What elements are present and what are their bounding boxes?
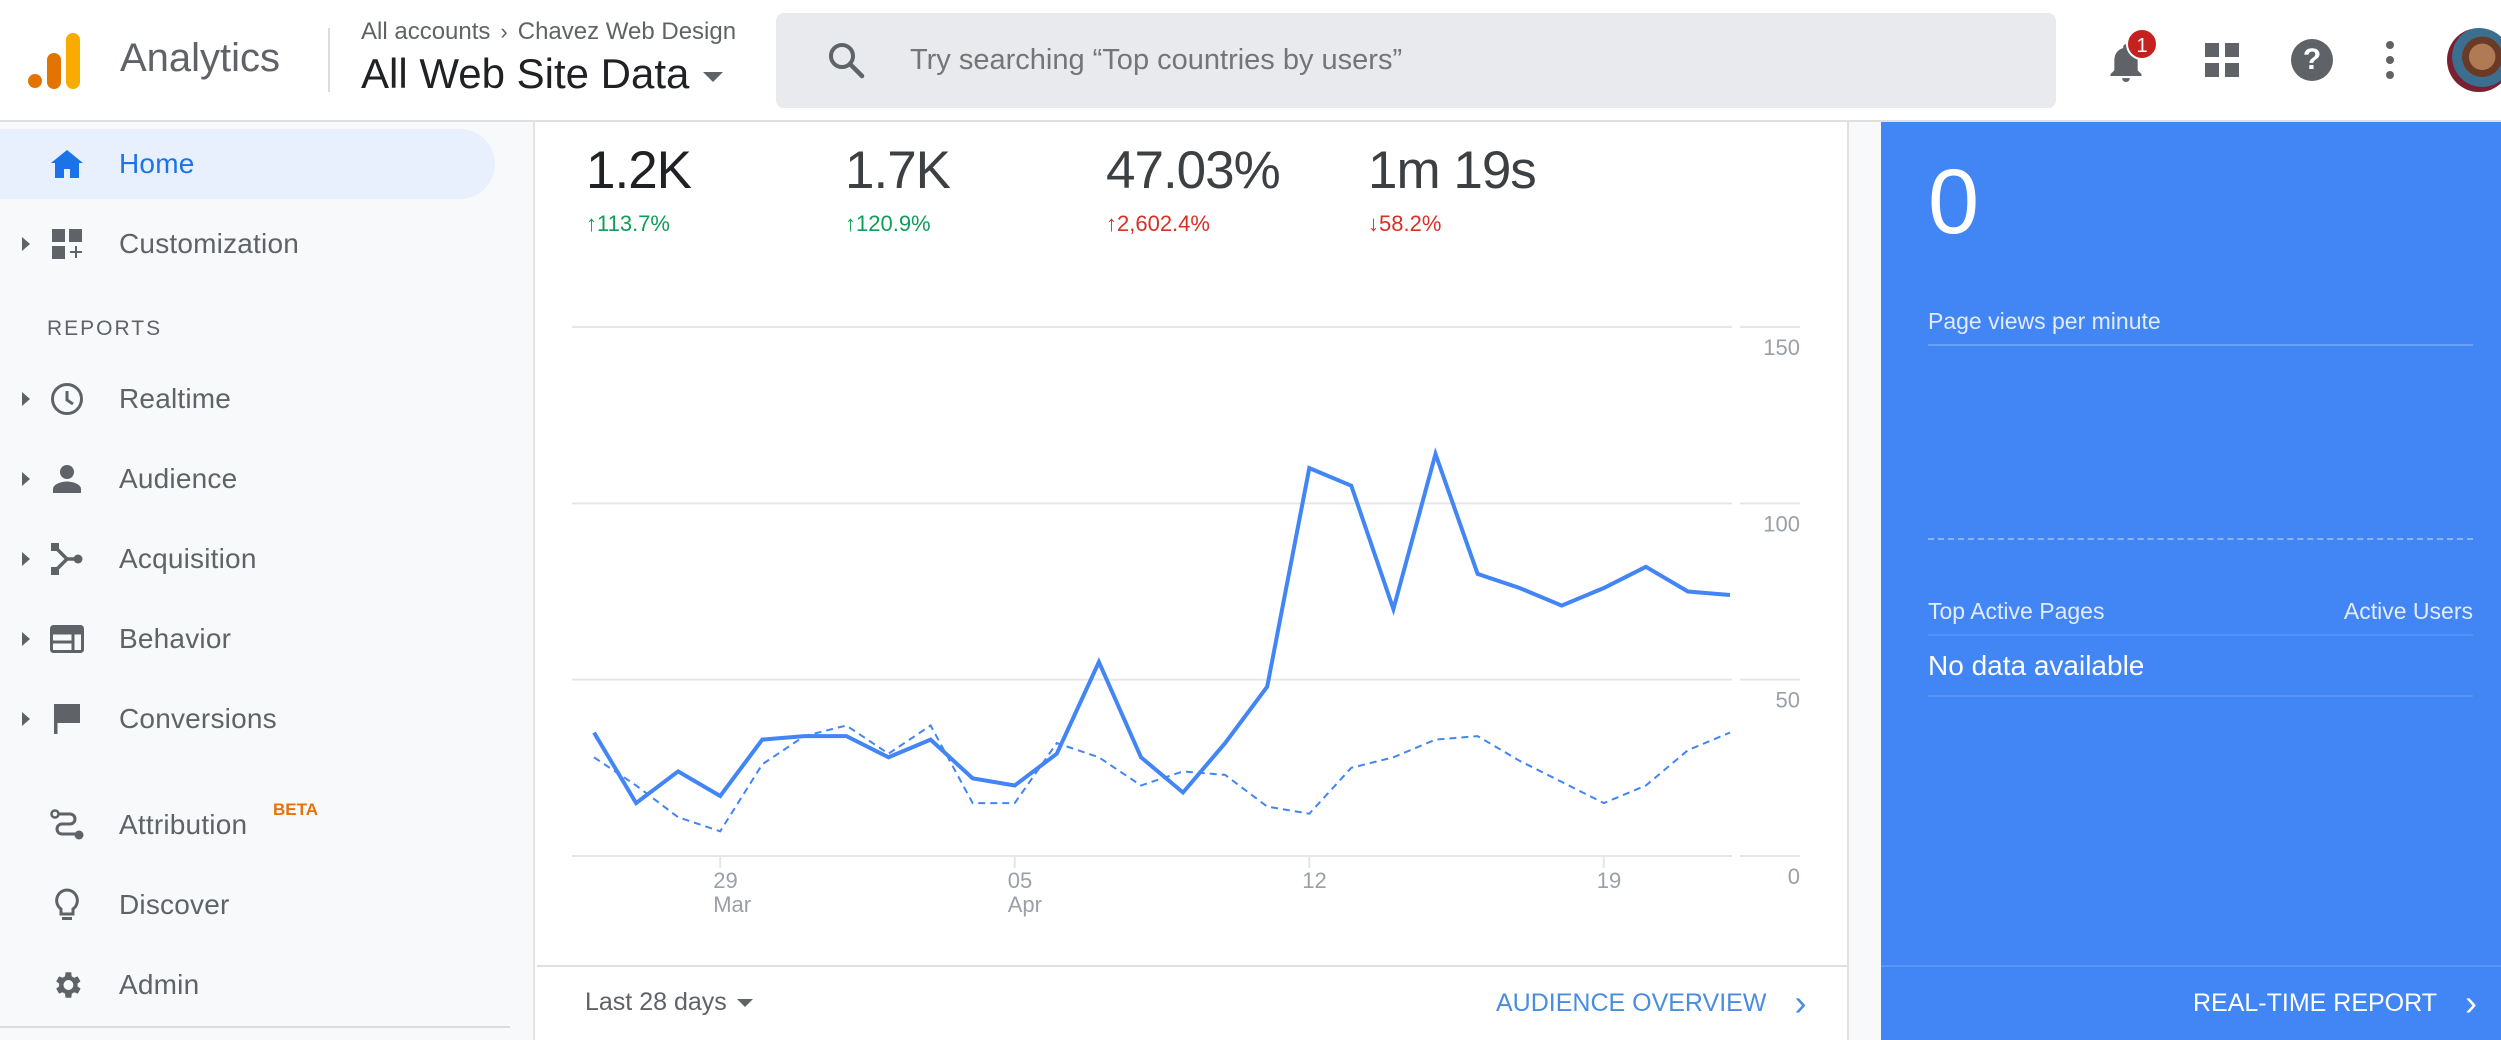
chevron-right-icon: › [2465, 982, 2477, 1023]
x-tick-label: 19 [1597, 868, 1621, 893]
expand-caret-icon[interactable] [22, 632, 30, 646]
footer-divider [1881, 965, 2501, 967]
y-tick-label: 0 [1788, 864, 1800, 889]
caret-down-icon [736, 998, 753, 1007]
sidebar-item-label: Admin [119, 969, 200, 1000]
sidebar-divider [0, 1026, 510, 1028]
x-tick-label: 29 [713, 868, 737, 893]
overview-card: 1.2K ↑113.7% 1.7K ↑120.9% 47.03% ↑2,602.… [537, 122, 1849, 1040]
apps-grid-icon[interactable] [2205, 43, 2239, 77]
date-range-label: Last 28 days [585, 988, 727, 1016]
sidebar-item-label: Realtime [119, 383, 232, 414]
sidebar-nav: Home Customization REPORTS Realtime Audi… [0, 122, 535, 1040]
search-input[interactable] [910, 35, 2010, 85]
breadcrumb-account[interactable]: Chavez Web Design [518, 18, 736, 46]
audience-overview-label: AUDIENCE OVERVIEW [1496, 988, 1767, 1017]
table-divider [1928, 695, 2473, 697]
person-icon [50, 462, 84, 496]
expand-caret-icon[interactable] [22, 237, 30, 251]
more-vert-icon[interactable] [2383, 40, 2397, 80]
sidebar-item-home[interactable]: Home [0, 129, 495, 199]
y-tick-label: 50 [1776, 688, 1800, 713]
table-divider [1928, 634, 2473, 636]
active-users-header: Active Users [2343, 598, 2473, 624]
sidebar-item-admin[interactable]: Admin [0, 950, 495, 1020]
panel-gap [1849, 122, 1881, 1040]
series-line-current [592, 447, 1731, 807]
users-line-chart[interactable]: 0 50 100 150 29Mar 05Apr 12 19 [537, 122, 1849, 962]
reports-section-label: REPORTS [47, 317, 163, 340]
flag-icon [50, 702, 84, 736]
expand-caret-icon[interactable] [22, 552, 30, 566]
y-tick-label: 100 [1763, 511, 1800, 536]
expand-caret-icon[interactable] [22, 472, 30, 486]
sidebar-item-label: Customization [119, 228, 300, 259]
top-pages-header: Top Active Pages [1928, 598, 2105, 624]
search-bar[interactable] [776, 13, 2056, 108]
chevron-right-icon: › [500, 19, 508, 44]
view-selector[interactable]: All Web Site Data [361, 50, 724, 98]
sidebar-item-behavior[interactable]: Behavior [0, 604, 495, 674]
avatar[interactable] [2447, 28, 2501, 92]
app-name: Analytics [120, 36, 281, 80]
web-window-icon [50, 622, 84, 656]
realtime-report-link[interactable]: REAL-TIME REPORT › [2192, 982, 2477, 1023]
beta-badge: BETA [273, 800, 319, 819]
sidebar-item-realtime[interactable]: Realtime [0, 364, 495, 434]
realtime-panel: 0 Page views per minute Top Active Pages… [1881, 122, 2501, 1040]
realtime-report-label: REAL-TIME REPORT [2192, 988, 2437, 1017]
sidebar-item-conversions[interactable]: Conversions [0, 684, 495, 754]
sidebar-item-customization[interactable]: Customization [0, 209, 495, 279]
sidebar-item-label: Conversions [119, 703, 277, 734]
sparkline-baseline [1928, 538, 2473, 540]
date-range-selector[interactable]: Last 28 days [585, 988, 753, 1017]
expand-caret-icon[interactable] [22, 392, 30, 406]
merge-icon [50, 542, 84, 576]
help-icon[interactable]: ? [2291, 39, 2333, 81]
dashboard-add-icon [50, 227, 84, 261]
sidebar-item-discover[interactable]: Discover [0, 870, 495, 940]
sidebar-item-acquisition[interactable]: Acquisition [0, 524, 495, 594]
sidebar-item-label: Audience [119, 463, 238, 494]
footer-divider [537, 965, 1849, 967]
clock-icon [50, 382, 84, 416]
sidebar-item-label: Acquisition [119, 543, 257, 574]
x-tick-sublabel: Apr [1008, 892, 1042, 917]
sidebar-item-label: Discover [119, 889, 230, 920]
audience-overview-link[interactable]: AUDIENCE OVERVIEW › [1496, 982, 1807, 1023]
lightbulb-icon [50, 888, 84, 922]
empty-state-text: No data available [1928, 650, 2145, 681]
sidebar-item-label: Home [119, 148, 195, 179]
top-app-bar: Analytics All accounts › Chavez Web Desi… [0, 0, 2501, 122]
sidebar-item-label: Attribution [119, 809, 248, 840]
route-icon [50, 808, 84, 842]
x-tick-label: 12 [1302, 868, 1326, 893]
sidebar-item-audience[interactable]: Audience [0, 444, 495, 514]
notifications-button[interactable]: 1 [2106, 28, 2158, 88]
header-divider [328, 28, 330, 92]
notification-badge: 1 [2126, 28, 2158, 60]
realtime-value: 0 [1928, 151, 1980, 253]
y-tick-label: 150 [1763, 335, 1800, 360]
x-tick-label: 05 [1008, 868, 1032, 893]
x-tick-sublabel: Mar [713, 892, 751, 917]
chevron-right-icon: › [1794, 982, 1807, 1023]
expand-caret-icon[interactable] [22, 712, 30, 726]
breadcrumb: All accounts › Chavez Web Design [361, 18, 736, 46]
sidebar-item-attribution[interactable]: Attribution BETA [0, 790, 495, 860]
search-icon [826, 40, 866, 85]
label-underline [1928, 344, 2473, 346]
gear-icon [50, 968, 84, 1002]
home-icon [50, 147, 84, 181]
analytics-logo-icon[interactable] [28, 33, 82, 89]
view-name: All Web Site Data [361, 50, 690, 97]
realtime-metric-label: Page views per minute [1928, 308, 2161, 334]
sidebar-item-label: Behavior [119, 623, 232, 654]
caret-down-icon [703, 72, 724, 82]
breadcrumb-root[interactable]: All accounts [361, 18, 490, 46]
